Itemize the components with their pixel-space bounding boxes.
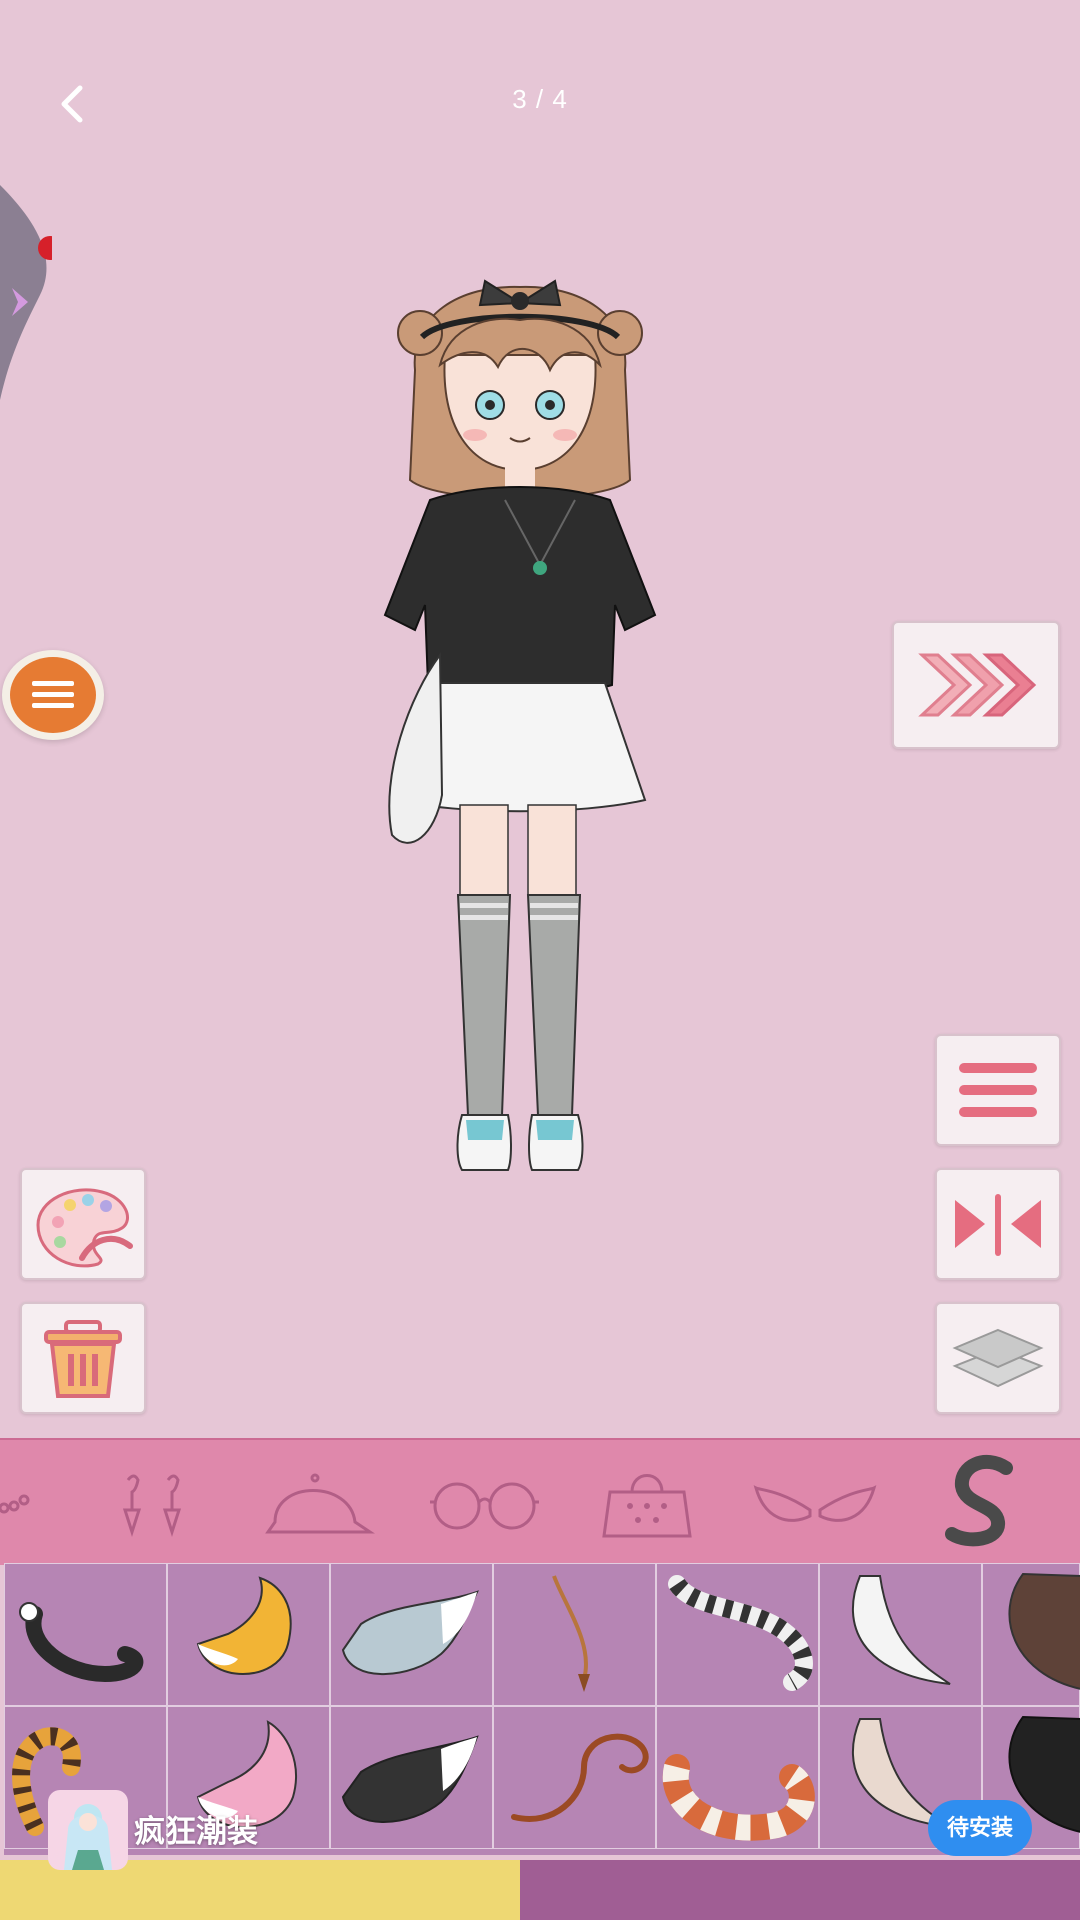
- item-orange-fox-tail[interactable]: [167, 1563, 330, 1706]
- character-avatar[interactable]: [380, 275, 660, 1185]
- item-white-tail[interactable]: [819, 1563, 982, 1706]
- install-button[interactable]: 待安装: [928, 1800, 1032, 1856]
- side-drawer-tab[interactable]: [0, 185, 62, 400]
- category-bar: [0, 1438, 1080, 1565]
- layers-icon: [952, 1328, 1044, 1388]
- glasses-category-icon[interactable]: [430, 1482, 539, 1530]
- item-curly-brown-tail[interactable]: [493, 1706, 656, 1849]
- earrings-category-icon[interactable]: [122, 1474, 182, 1537]
- menu-lines-icon: [959, 1063, 1037, 1117]
- main-menu-button[interactable]: [2, 650, 104, 740]
- ad-app-name[interactable]: 疯狂潮装: [134, 1806, 258, 1851]
- delete-button[interactable]: [20, 1302, 146, 1414]
- layers-button[interactable]: [935, 1302, 1061, 1414]
- menu-icon: [10, 657, 96, 733]
- wings-category-icon[interactable]: [753, 1485, 877, 1522]
- next-button[interactable]: [892, 621, 1060, 749]
- item-red-panda-tail[interactable]: [656, 1706, 819, 1849]
- handbag-category-icon[interactable]: [602, 1474, 692, 1538]
- trash-icon: [44, 1320, 122, 1398]
- tail-category-icon[interactable]: [945, 1455, 1013, 1547]
- item-black-fox-tail[interactable]: [330, 1706, 493, 1849]
- cap-category-icon[interactable]: [265, 1473, 375, 1534]
- triple-chevron-icon: [918, 653, 1037, 717]
- item-brown-tail[interactable]: [982, 1563, 1080, 1706]
- item-striped-tail[interactable]: [656, 1563, 819, 1706]
- item-thin-brown-tail[interactable]: [493, 1563, 656, 1706]
- list-button[interactable]: [935, 1034, 1061, 1146]
- bottom-strip: [520, 1860, 1080, 1920]
- flip-button[interactable]: [935, 1168, 1061, 1280]
- page-indicator: 3 / 4: [512, 84, 568, 114]
- item-black-tail[interactable]: [4, 1563, 167, 1706]
- palette-icon: [36, 1188, 133, 1268]
- ad-app-icon[interactable]: [48, 1790, 128, 1870]
- necklace-category-icon[interactable]: [0, 1494, 30, 1514]
- color-palette-button[interactable]: [20, 1168, 146, 1280]
- item-grey-fox-tail[interactable]: [330, 1563, 493, 1706]
- mirror-flip-icon: [955, 1194, 1041, 1256]
